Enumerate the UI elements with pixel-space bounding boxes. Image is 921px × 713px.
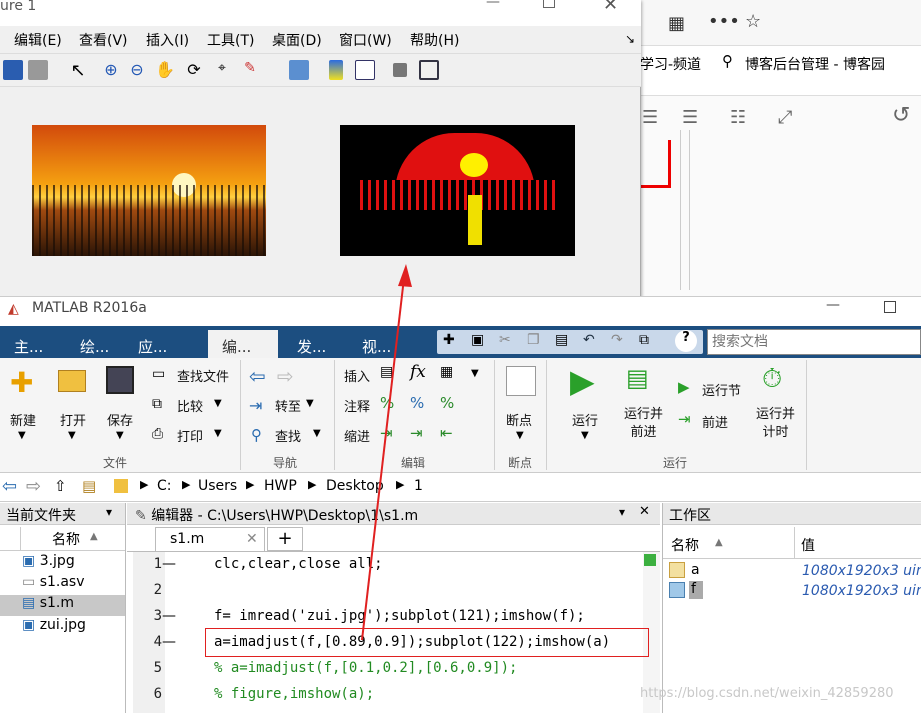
annotation-arrow: [361, 264, 412, 641]
